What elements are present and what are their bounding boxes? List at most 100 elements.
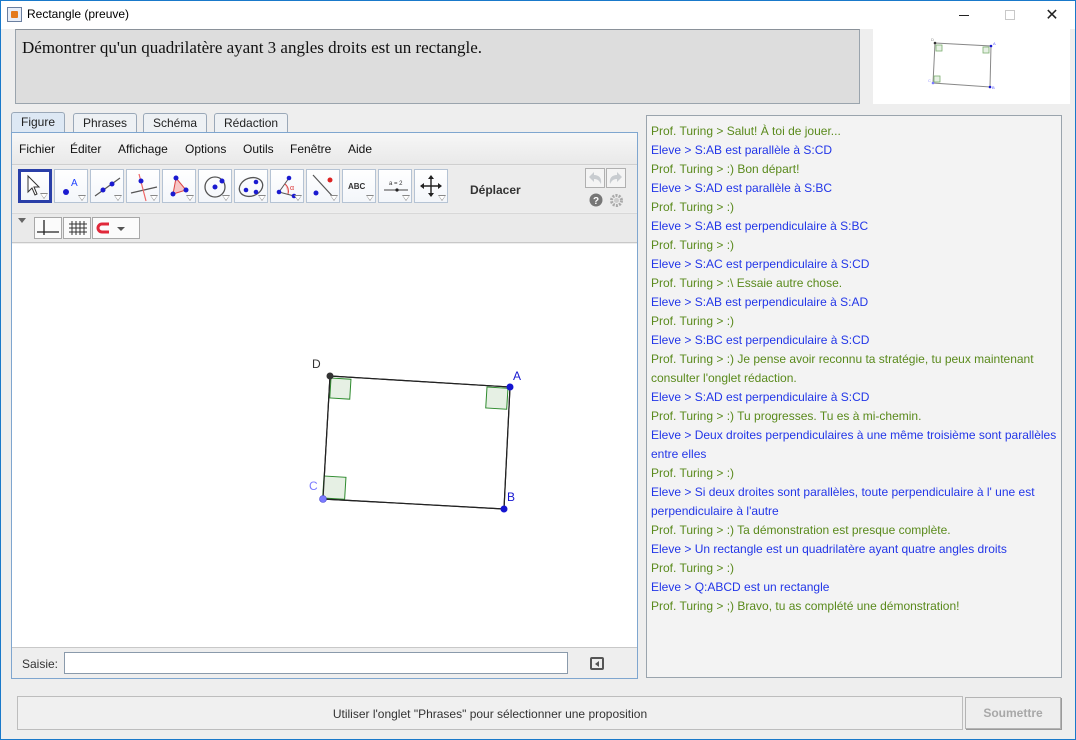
undo-button[interactable] — [585, 168, 605, 188]
chat-message-eleve: Eleve > S:AB est parallèle à S:CD — [651, 143, 833, 157]
problem-statement: Démontrer qu'un quadrilatère ayant 3 ang… — [22, 38, 483, 57]
chat-message-eleve: Eleve > S:AC est perpendiculaire à S:CD — [651, 257, 870, 271]
menu-outils[interactable]: Outils — [243, 142, 274, 156]
dropdown-triangle-icon — [330, 195, 338, 201]
tool-move-view[interactable] — [414, 169, 448, 203]
chat-message-eleve: Eleve > S:AB est perpendiculaire à S:BC — [651, 219, 869, 233]
svg-text:D: D — [931, 37, 934, 42]
redo-icon — [609, 172, 622, 184]
chat-message-eleve: Eleve > S:AD est perpendiculaire à S:CD — [651, 390, 870, 404]
figure-thumbnail: D A B C — [873, 29, 1070, 104]
close-icon: ✕ — [1045, 7, 1059, 24]
menu-editer[interactable]: Éditer — [70, 142, 101, 156]
svg-text:C: C — [928, 78, 931, 83]
svg-text:B: B — [992, 85, 995, 90]
dropdown-triangle-icon — [114, 195, 122, 201]
tool-slider[interactable]: a = 2 — [378, 169, 412, 203]
menu-fenetre[interactable]: Fenêtre — [290, 142, 331, 156]
chat-message-prof: Prof. Turing > :) — [651, 314, 735, 328]
right-angle-marker-a — [485, 386, 509, 410]
svg-text:A: A — [993, 41, 996, 46]
chat-message-prof: Prof. Turing > Salut! À toi de jouer... — [651, 124, 841, 138]
figure-svg[interactable]: D A B C — [12, 244, 637, 647]
minimize-button[interactable] — [941, 1, 987, 29]
chat-message-eleve: Eleve > Si deux droites sont parallèles,… — [651, 485, 1035, 518]
minimize-icon — [959, 14, 969, 16]
problem-statement-box: Démontrer qu'un quadrilatère ayant 3 ang… — [15, 29, 860, 104]
right-angle-marker-d — [329, 377, 352, 400]
geogebra-panel: Fichier Éditer Affichage Options Outils … — [11, 132, 638, 679]
help-icon[interactable]: ? — [589, 193, 603, 207]
close-button[interactable]: ✕ — [1029, 1, 1075, 29]
virtual-keyboard-icon[interactable] — [590, 657, 604, 670]
maximize-icon — [1005, 10, 1015, 20]
toggle-grid-button[interactable] — [63, 217, 91, 239]
tool-point[interactable]: A — [54, 169, 88, 203]
chat-message-prof: Prof. Turing > :) Bon départ! — [651, 162, 800, 176]
tool-move[interactable] — [18, 169, 52, 203]
label-c: C — [309, 479, 318, 493]
dropdown-triangle-icon — [40, 193, 48, 199]
chat-message-eleve: Eleve > Un rectangle est un quadrilatère… — [651, 542, 1007, 556]
submit-button[interactable]: Soumettre — [965, 697, 1061, 729]
chat-message-prof: Prof. Turing > ;) Bravo, tu as complété … — [651, 599, 960, 613]
dropdown-triangle-icon — [294, 195, 302, 201]
point-b[interactable] — [500, 505, 508, 513]
dropdown-triangle-icon — [150, 195, 158, 201]
svg-text:A: A — [71, 178, 78, 189]
app-window: Rectangle (preuve) ✕ Démontrer qu'un qua… — [0, 0, 1076, 740]
label-d: D — [312, 357, 321, 371]
tab-figure[interactable]: Figure — [11, 112, 66, 134]
dropdown-triangle-icon — [402, 195, 410, 201]
status-bar: Utiliser l'onglet "Phrases" pour sélecti… — [17, 696, 963, 730]
point-capturing-button[interactable] — [92, 217, 140, 239]
tab-redaction[interactable]: Rédaction — [214, 113, 289, 133]
redo-button[interactable] — [606, 168, 626, 188]
point-d[interactable] — [326, 372, 334, 380]
svg-text:?: ? — [593, 196, 599, 207]
point-c[interactable] — [319, 495, 327, 503]
menu-bar: Fichier Éditer Affichage Options Outils … — [12, 133, 637, 165]
toggle-axes-button[interactable] — [34, 217, 62, 239]
tool-perpendicular[interactable] — [126, 169, 160, 203]
title-bar: Rectangle (preuve) ✕ — [1, 1, 1075, 29]
quadrilateral-abcd — [322, 375, 511, 510]
input-bar: Saisie: — [12, 647, 637, 678]
menu-fichier[interactable]: Fichier — [19, 142, 55, 156]
maximize-button[interactable] — [987, 1, 1033, 29]
dropdown-triangle-icon — [366, 195, 374, 201]
menu-aide[interactable]: Aide — [348, 142, 372, 156]
settings-gear-icon[interactable] — [609, 193, 624, 208]
menu-options[interactable]: Options — [185, 142, 226, 156]
tool-text[interactable]: ABC — [342, 169, 376, 203]
collapse-triangle-icon[interactable] — [18, 218, 26, 224]
chat-message-prof: Prof. Turing > :) Tu progresses. Tu es à… — [651, 409, 922, 423]
chat-message-eleve: Eleve > Deux droites perpendiculaires à … — [651, 428, 1057, 461]
style-bar — [12, 213, 637, 243]
undo-icon — [589, 172, 602, 184]
chat-message-prof: Prof. Turing > :) — [651, 200, 735, 214]
input-field[interactable] — [64, 652, 568, 674]
svg-text:ABC: ABC — [348, 182, 366, 191]
tool-line[interactable] — [90, 169, 124, 203]
menu-affichage[interactable]: Affichage — [118, 142, 168, 156]
chat-message-prof: Prof. Turing > :) Ta démonstration est p… — [651, 523, 951, 537]
chat-log[interactable]: Prof. Turing > Salut! À toi de jouer... E… — [646, 115, 1062, 678]
chat-message-prof: Prof. Turing > :\ Essaie autre chose. — [651, 276, 843, 290]
thumbnail-figure: D A B C — [928, 37, 996, 90]
graphics-view[interactable]: D A B C — [12, 244, 637, 647]
tool-reflect[interactable] — [306, 169, 340, 203]
tool-circle[interactable] — [198, 169, 232, 203]
tool-polygon[interactable] — [162, 169, 196, 203]
tool-angle[interactable]: α — [270, 169, 304, 203]
grid-icon — [69, 221, 87, 235]
tab-schema[interactable]: Schéma — [143, 113, 208, 133]
java-app-icon — [7, 7, 22, 22]
point-a[interactable] — [506, 383, 514, 391]
dropdown-triangle-icon — [78, 195, 86, 201]
tab-phrases[interactable]: Phrases — [73, 113, 138, 133]
dropdown-triangle-icon — [222, 195, 230, 201]
tool-conic[interactable] — [234, 169, 268, 203]
axes-icon — [37, 220, 59, 235]
chat-message-prof: Prof. Turing > :) — [651, 466, 735, 480]
